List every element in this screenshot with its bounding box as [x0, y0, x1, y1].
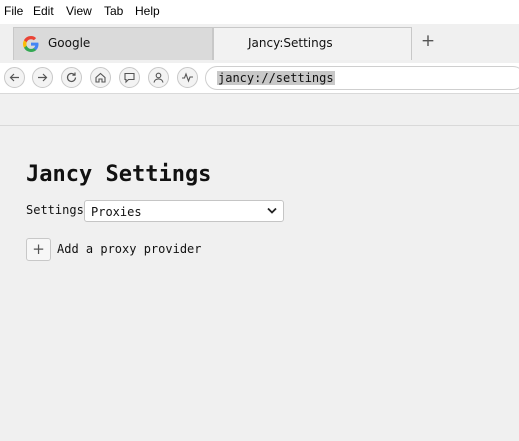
settings-select[interactable]: Proxies [84, 200, 284, 222]
home-icon [95, 72, 106, 83]
url-text[interactable]: jancy://settings [217, 71, 335, 85]
navigation-toolbar: jancy://settings [0, 63, 519, 93]
bookmarks-bar [0, 93, 519, 126]
chevron-down-icon [267, 207, 277, 214]
plus-icon: + [32, 240, 45, 258]
activity-button[interactable] [177, 67, 198, 88]
profile-button[interactable] [148, 67, 169, 88]
tab-title: Jancy:Settings [248, 36, 333, 50]
menu-edit[interactable]: Edit [33, 4, 54, 18]
chat-button[interactable] [119, 67, 140, 88]
address-bar[interactable]: jancy://settings [205, 66, 519, 90]
select-value: Proxies [91, 205, 142, 219]
tab-strip: Google Jancy:Settings + [0, 24, 519, 63]
google-favicon-icon [23, 36, 39, 52]
forward-icon [38, 73, 48, 82]
settings-label: Settings [26, 203, 84, 217]
activity-icon [182, 72, 193, 83]
reload-icon [66, 72, 77, 83]
add-proxy-label: Add a proxy provider [57, 242, 202, 256]
menu-tab[interactable]: Tab [104, 4, 123, 18]
tab-title: Google [48, 36, 91, 50]
tab-google[interactable]: Google [13, 27, 213, 60]
home-button[interactable] [90, 67, 111, 88]
menu-bar: File Edit View Tab Help [0, 0, 519, 24]
add-proxy-button[interactable]: + [26, 238, 51, 261]
new-tab-button[interactable]: + [419, 32, 437, 50]
page-title: Jancy Settings [26, 162, 212, 187]
tab-settings[interactable]: Jancy:Settings [213, 27, 412, 60]
menu-help[interactable]: Help [135, 4, 160, 18]
menu-file[interactable]: File [4, 4, 23, 18]
profile-icon [153, 72, 164, 83]
menu-view[interactable]: View [66, 4, 92, 18]
back-button[interactable] [4, 67, 25, 88]
chat-icon [124, 72, 135, 84]
reload-button[interactable] [61, 67, 82, 88]
forward-button[interactable] [32, 67, 53, 88]
back-icon [9, 73, 19, 82]
